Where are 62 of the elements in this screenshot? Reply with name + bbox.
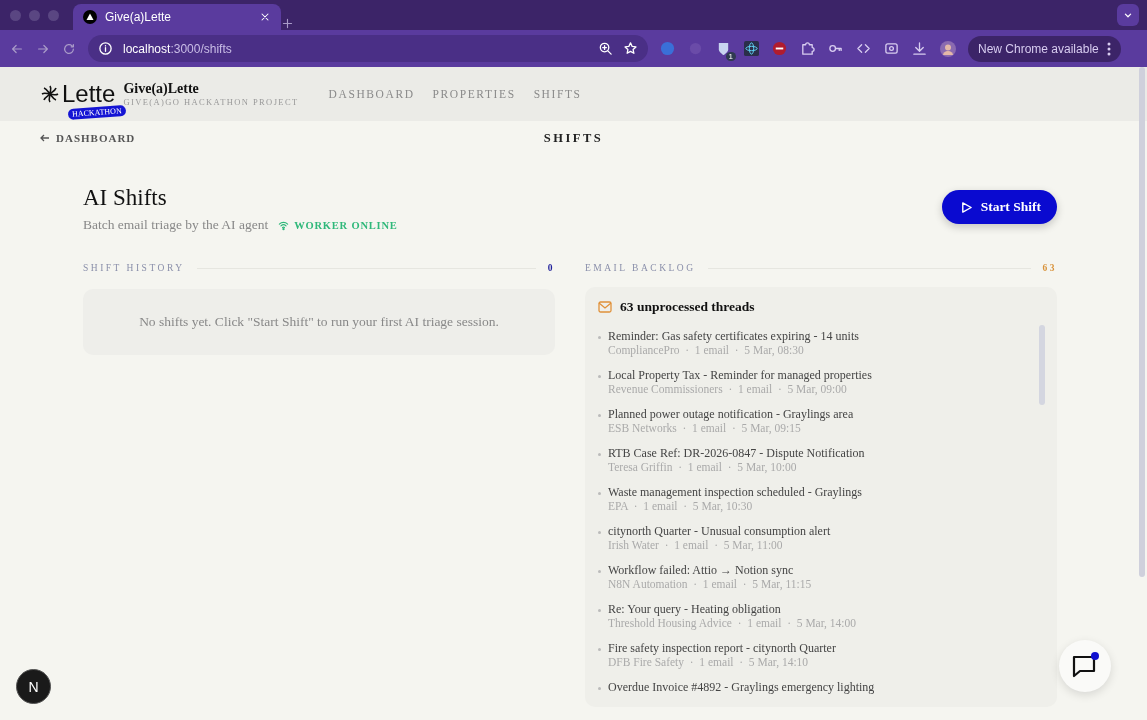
logo-badge: HACKATHON [67, 105, 126, 120]
info-icon[interactable] [98, 41, 113, 56]
page-title: SHIFTS [543, 130, 604, 145]
thread-subject[interactable]: Planned power outage notification - Graylings area [608, 407, 854, 422]
flower-icon [40, 84, 60, 104]
thread-subject[interactable]: Reminder: Gas safety certificates expiring - 14 units [608, 329, 859, 344]
scrollbar[interactable] [1039, 325, 1045, 405]
download-icon[interactable] [912, 41, 927, 56]
thread-subject[interactable]: Waste management inspection scheduled - Graylings [608, 485, 862, 500]
backlog-count: 63 [1042, 263, 1057, 273]
dev-tools-button[interactable]: N [16, 669, 51, 704]
chat-button[interactable] [1059, 640, 1111, 692]
wifi-icon [278, 219, 290, 231]
page-description: Batch email triage by the AI agent [83, 217, 269, 233]
favicon-icon [83, 10, 97, 24]
shield-icon[interactable] [716, 41, 731, 56]
extension-badge: 1 [725, 52, 736, 61]
back-link[interactable]: DASHBOARD [40, 132, 136, 144]
thread-subject[interactable]: Fire safety inspection report - citynorth Quarter [608, 641, 836, 656]
thread-meta: Threshold Housing Advice · 1 email · 5 Mar, 14:00 [608, 617, 857, 629]
brand-name: Give(a)Lette [123, 81, 200, 97]
zoom-icon[interactable] [598, 41, 613, 56]
shift-count: 0 [547, 263, 555, 273]
thread-subject[interactable]: Re: Your query - Heating obligation [608, 602, 857, 617]
thread-meta: N8N Automation · 1 email · 5 Mar, 11:15 [608, 578, 812, 590]
thread-subject[interactable]: Workflow failed: Attio → Notion sync [608, 563, 812, 578]
thread-meta: EPA · 1 email · 5 Mar, 10:30 [608, 500, 754, 512]
logo-wordmark: Lette [62, 80, 116, 108]
thread-meta: Teresa Griffin · 1 email · 5 Mar, 10:00 [608, 461, 798, 473]
browser-tab[interactable]: Give(a)Lette [73, 4, 281, 30]
code-icon[interactable] [856, 41, 871, 56]
brand-subtitle: GIVE(A)GO HACKATHON PROJECT [123, 97, 299, 107]
thread-meta: DFB Fire Safety · 1 email · 5 Mar, 14:10 [608, 656, 810, 668]
thread-subject[interactable]: Local Property Tax - Reminder for managed properties [608, 368, 872, 383]
page-scrollbar[interactable] [1139, 67, 1145, 577]
close-icon[interactable] [259, 11, 271, 23]
update-button[interactable]: New Chrome available [968, 35, 1121, 62]
puzzle-icon[interactable] [800, 41, 815, 56]
screenshot-icon[interactable] [884, 41, 899, 56]
star-icon[interactable] [623, 41, 638, 56]
avatar-icon[interactable] [940, 40, 956, 57]
back-arrow-icon [40, 133, 50, 143]
thread-meta: Irish Water · 1 email · 5 Mar, 11:00 [608, 539, 784, 551]
page-heading: AI Shifts [83, 185, 168, 211]
atom-icon[interactable] [744, 41, 759, 56]
thread-subject[interactable]: citynorth Quarter - Unusual consumption alert [608, 524, 831, 539]
mail-icon [598, 301, 612, 313]
play-icon [959, 200, 973, 214]
worker-status: WORKER ONLINE [278, 219, 398, 231]
thread-meta: CompliancePro · 1 email · 5 Mar, 08:30 [608, 344, 805, 356]
thread-subject[interactable]: Overdue Invoice #4892 - Graylings emergency lighting [608, 680, 875, 695]
new-tab-icon[interactable] [281, 17, 294, 30]
thread-subject[interactable]: RTB Case Ref: DR-2026-0847 - Dispute Notification [608, 446, 865, 461]
empty-message: No shifts yet. Click "Start Shift" to run your first AI triage session. [139, 314, 499, 330]
section-label: EMAIL BACKLOG [585, 263, 696, 273]
address-bar[interactable]: localhost:3000/shifts [88, 35, 648, 62]
backlog-summary: 63 unprocessed threads [620, 299, 755, 315]
start-shift-button[interactable]: Start Shift [941, 190, 1057, 224]
reload-icon[interactable] [62, 41, 76, 56]
block-icon[interactable] [772, 41, 787, 56]
more-icon[interactable] [1106, 41, 1111, 56]
section-label: SHIFT HISTORY [83, 263, 185, 273]
